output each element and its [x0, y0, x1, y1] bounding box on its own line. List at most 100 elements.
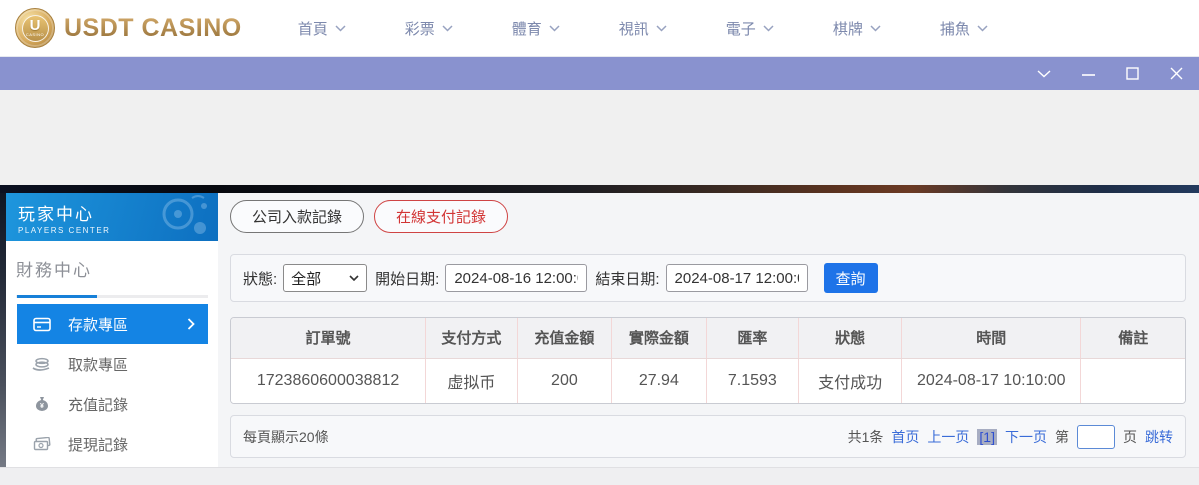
cell-pay-method: 虚拟币: [426, 358, 518, 403]
brand-name: USDT CASINO: [64, 14, 242, 43]
brand-logo-inner: U CASINO: [22, 15, 49, 42]
sidebar-item-label: 提現記錄: [68, 434, 128, 455]
total-count-text: 共1条: [848, 427, 884, 447]
svg-text:¥: ¥: [40, 403, 44, 410]
first-page-link[interactable]: 首页: [891, 427, 919, 447]
page-jump-input[interactable]: [1077, 425, 1115, 449]
nav-item-home[interactable]: 首頁: [298, 18, 346, 39]
cell-order-no: 1723860600038812: [231, 358, 426, 403]
nav-item-video[interactable]: 視訊: [619, 18, 667, 39]
sidebar-item-label: 取款專區: [68, 354, 128, 375]
nav-item-slots[interactable]: 電子: [726, 18, 774, 39]
nav-label: 電子: [726, 18, 756, 39]
col-rate: 匯率: [706, 318, 799, 358]
chevron-down-icon: [349, 275, 359, 281]
col-status: 狀態: [799, 318, 902, 358]
col-time: 時間: [902, 318, 1081, 358]
status-label: 狀態:: [243, 268, 277, 289]
banknote-icon: [32, 437, 51, 451]
sidebar-section-divider: [16, 295, 208, 298]
empty-background-zone: [0, 90, 1199, 185]
sidebar-item-deposit[interactable]: 存款專區: [17, 304, 208, 344]
gamepad-watermark-icon: [148, 194, 214, 240]
col-actual-amount: 實際金額: [612, 318, 706, 358]
tab-company-deposit-records[interactable]: 公司入款記錄: [230, 200, 364, 233]
nav-label: 首頁: [298, 18, 328, 39]
main-nav: 首頁 彩票 體育 視訊 電子 棋牌: [298, 18, 988, 39]
pagination-bar: 每頁顯示20條 共1条 首页 上一页 [1] 下一页 第 页 跳转: [230, 415, 1186, 458]
records-table: 訂單號 支付方式 充值金額 實際金額 匯率 狀態 時間 備註 172386060: [230, 317, 1186, 404]
brand-logo[interactable]: U CASINO USDT CASINO: [15, 8, 242, 48]
logo-caption: CASINO: [26, 32, 44, 37]
nav-label: 視訊: [619, 18, 649, 39]
main-area: 玩家中心 PLAYERS CENTER 財務中心 存款專區: [0, 193, 1199, 467]
nav-label: 體育: [512, 18, 542, 39]
record-tabs: 公司入款記錄 在線支付記錄: [230, 200, 1186, 233]
current-page-indicator: [1]: [977, 429, 997, 445]
tab-online-payment-records[interactable]: 在線支付記錄: [374, 200, 508, 233]
next-page-link[interactable]: 下一页: [1005, 427, 1047, 447]
chevron-down-icon: [335, 25, 346, 32]
nav-item-fishing[interactable]: 捕魚: [940, 18, 988, 39]
money-bag-icon: ¥: [32, 396, 51, 412]
col-remark: 備註: [1081, 318, 1185, 358]
page-size-text: 每頁顯示20條: [243, 427, 329, 447]
cell-time: 2024-08-17 10:10:00: [902, 358, 1081, 403]
sidebar-item-withdrawal-record[interactable]: 提現記錄: [17, 424, 208, 464]
collapse-chevron-icon[interactable]: [1037, 70, 1051, 78]
content-panel: 公司入款記錄 在線支付記錄 狀態: 全部 開始日期: 結束日期: 查詢: [218, 193, 1199, 467]
nav-item-cards[interactable]: 棋牌: [833, 18, 881, 39]
chevron-down-icon: [442, 25, 453, 32]
sidebar-item-label: 充值記錄: [68, 394, 128, 415]
app-window: U CASINO USDT CASINO 首頁 彩票 體育 視訊: [0, 0, 1199, 485]
brand-logo-icon: U CASINO: [15, 8, 55, 48]
prev-page-link[interactable]: 上一页: [927, 427, 969, 447]
sidebar-item-recharge-record[interactable]: ¥ 充值記錄: [17, 384, 208, 424]
chevron-down-icon: [656, 25, 667, 32]
chevron-down-icon: [870, 25, 881, 32]
cell-remark: [1081, 358, 1185, 403]
sidebar-header: 玩家中心 PLAYERS CENTER: [6, 193, 218, 241]
col-order-no: 訂單號: [231, 318, 426, 358]
sidebar-section-title: 財務中心: [16, 256, 218, 281]
chevron-down-icon: [549, 25, 560, 32]
nav-item-sports[interactable]: 體育: [512, 18, 560, 39]
sidebar-item-label: 存款專區: [68, 314, 128, 335]
status-select[interactable]: 全部: [283, 264, 367, 292]
banner-edge-strip: [0, 185, 1199, 193]
start-date-label: 開始日期:: [375, 268, 439, 289]
hand-money-icon: [32, 357, 51, 372]
deposit-card-icon: [32, 317, 51, 332]
cell-actual-amount: 27.94: [612, 358, 706, 403]
maximize-icon[interactable]: [1126, 67, 1139, 80]
cell-rate: 7.1593: [706, 358, 799, 403]
sidebar: 玩家中心 PLAYERS CENTER 財務中心 存款專區: [6, 193, 218, 467]
chevron-down-icon: [977, 25, 988, 32]
cell-amount: 200: [517, 358, 611, 403]
nav-label: 棋牌: [833, 18, 863, 39]
nav-label: 彩票: [405, 18, 435, 39]
chevron-down-icon: [763, 25, 774, 32]
sidebar-item-withdraw[interactable]: 取款專區: [17, 344, 208, 384]
end-date-input[interactable]: [666, 264, 808, 292]
end-date-label: 結束日期:: [595, 268, 659, 289]
query-button[interactable]: 查詢: [824, 263, 878, 293]
col-amount: 充值金額: [517, 318, 611, 358]
table-row: 1723860600038812 虚拟币 200 27.94 7.1593 支付…: [231, 358, 1185, 403]
minimize-icon[interactable]: [1082, 69, 1095, 79]
start-date-input[interactable]: [445, 264, 587, 292]
jump-suffix-label: 页: [1123, 427, 1137, 447]
filter-bar: 狀態: 全部 開始日期: 結束日期: 查詢: [230, 254, 1186, 302]
top-navbar: U CASINO USDT CASINO 首頁 彩票 體育 視訊: [0, 0, 1199, 57]
cell-status: 支付成功: [799, 358, 902, 403]
pagination-controls: 共1条 首页 上一页 [1] 下一页 第 页 跳转: [848, 425, 1173, 449]
status-select-value: 全部: [291, 268, 321, 289]
jump-action-link[interactable]: 跳转: [1145, 427, 1173, 447]
logo-letter: U: [30, 19, 41, 32]
window-titlebar: [0, 57, 1199, 90]
nav-label: 捕魚: [940, 18, 970, 39]
jump-prefix-label: 第: [1055, 427, 1069, 447]
nav-item-lottery[interactable]: 彩票: [405, 18, 453, 39]
close-icon[interactable]: [1170, 67, 1183, 80]
col-pay-method: 支付方式: [426, 318, 518, 358]
